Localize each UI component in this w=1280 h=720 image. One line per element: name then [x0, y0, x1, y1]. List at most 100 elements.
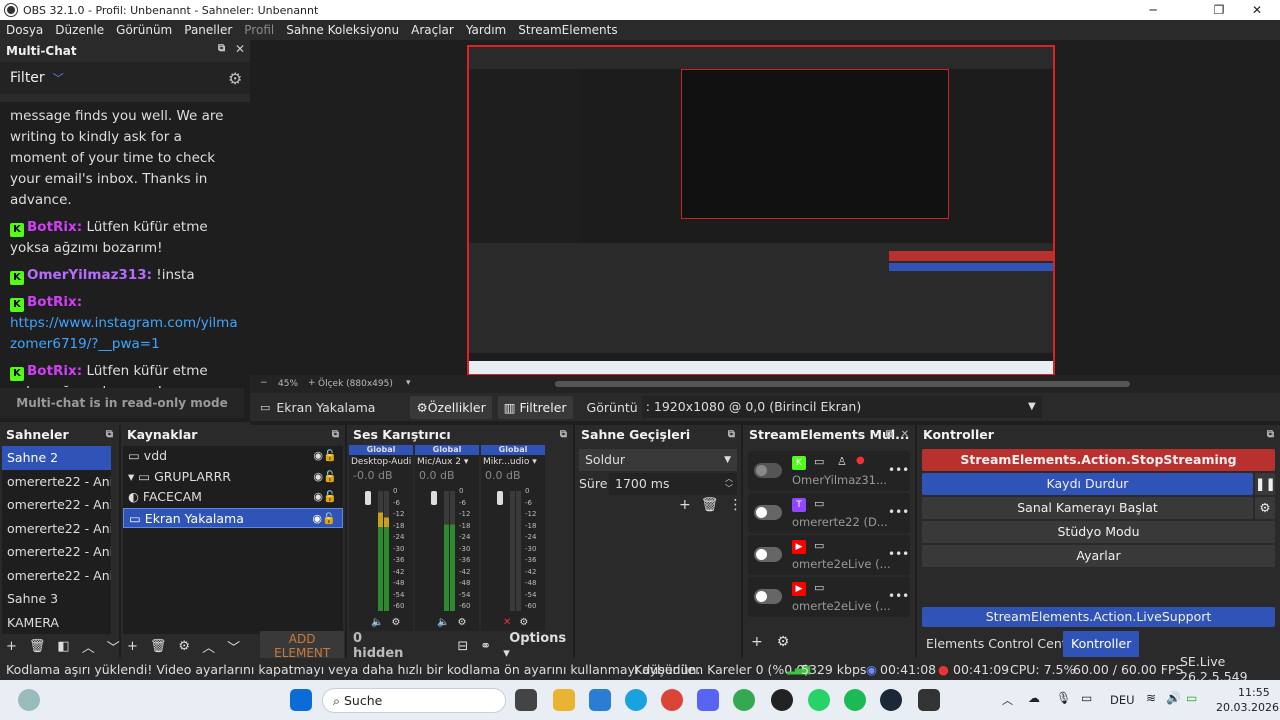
stop-streaming-button[interactable]: StreamElements.Action.StopStreaming: [922, 449, 1275, 471]
toggle-switch[interactable]: [754, 589, 782, 604]
more-icon[interactable]: •••: [888, 589, 909, 603]
unlock-icon[interactable]: 🔓: [323, 446, 337, 467]
toggle-switch[interactable]: [754, 505, 782, 520]
add-element-button[interactable]: ADD ELEMENT: [260, 631, 345, 661]
windows-start-icon[interactable]: [290, 689, 312, 711]
menu-profile[interactable]: Profil: [238, 23, 280, 37]
tray-icon[interactable]: ▭: [1081, 691, 1092, 705]
weather-icon[interactable]: [18, 689, 40, 711]
undock-icon[interactable]: ⧉: [106, 425, 113, 445]
language-indicator[interactable]: DEU: [1110, 693, 1135, 707]
edge-icon[interactable]: [625, 689, 647, 711]
eye-icon[interactable]: ◉: [313, 487, 323, 508]
display-select[interactable]: : 1920x1080 @ 0,0 (Birincil Ekran) ▼: [641, 396, 1042, 418]
source-item[interactable]: ▾ ▭ GRUPLARRR ◉ 🔓: [123, 467, 343, 488]
arrow-up-icon[interactable]: ︿: [82, 637, 95, 656]
volume-slider[interactable]: [497, 491, 503, 505]
more-icon[interactable]: ⋮: [729, 497, 743, 513]
source-item[interactable]: ▭ Ekran Yakalama ◉ 🔓: [123, 507, 343, 528]
minimize-button[interactable]: ─: [1130, 0, 1176, 20]
unlock-icon[interactable]: 🔓: [323, 487, 337, 508]
studio-mode-button[interactable]: Stüdyo Modu: [922, 521, 1275, 543]
scene-item[interactable]: omererte22 - Anim: [2, 493, 111, 517]
mic-icon[interactable]: 🎙: [1056, 691, 1071, 705]
channel-name[interactable]: Mic/Aux 2 ▾: [415, 455, 479, 469]
zoom-dropdown-icon[interactable]: ▾: [406, 378, 411, 388]
tab-controls[interactable]: Kontroller: [1063, 631, 1140, 657]
unlock-icon[interactable]: 🔓: [322, 509, 336, 528]
gear-icon[interactable]: ⚙: [178, 639, 190, 654]
network-icon[interactable]: ☁: [1028, 691, 1040, 705]
close-button[interactable]: ✕: [1234, 0, 1280, 20]
scene-item[interactable]: omererte22 - Anim: [2, 540, 111, 564]
menu-view[interactable]: Görünüm: [110, 23, 178, 37]
undock-icon[interactable]: ⧉: [1267, 425, 1274, 445]
gear-icon[interactable]: ⚙: [1255, 497, 1275, 519]
scene-item[interactable]: omererte22 - Anim: [2, 564, 111, 588]
add-icon[interactable]: +: [679, 497, 691, 513]
scene-item[interactable]: omererte22 - Anim: [2, 517, 111, 541]
menu-help[interactable]: Yardım: [460, 23, 512, 37]
tab-elements-control-center[interactable]: Elements Control Center: [922, 631, 1083, 657]
close-icon[interactable]: ✕: [901, 425, 909, 445]
discord-icon[interactable]: [697, 689, 719, 711]
wifi-icon[interactable]: ≋: [1146, 691, 1156, 705]
tray-chevron-icon[interactable]: ︿: [1002, 692, 1013, 708]
chat-filter[interactable]: Filter ﹀ ⚙: [0, 62, 250, 94]
add-icon[interactable]: +: [6, 639, 17, 654]
eye-icon[interactable]: ◉: [313, 467, 323, 488]
menu-edit[interactable]: Düzenle: [49, 23, 110, 37]
eye-icon[interactable]: ◉: [313, 446, 323, 467]
channel-name[interactable]: Desktop-Audi ▾: [349, 455, 413, 469]
volume-slider[interactable]: [431, 491, 437, 505]
scene-item[interactable]: Sahne 2: [2, 446, 111, 470]
toggle-switch[interactable]: [754, 547, 782, 562]
add-icon[interactable]: +: [127, 639, 138, 654]
menu-file[interactable]: Dosya: [0, 23, 49, 37]
pause-icon[interactable]: ❚❚: [1255, 473, 1276, 495]
layout-icon[interactable]: ⊟: [457, 639, 468, 654]
undock-icon[interactable]: ⧉: [332, 425, 339, 445]
filter-icon[interactable]: ◧: [57, 639, 69, 654]
menu-scene-collection[interactable]: Sahne Koleksiyonu: [280, 23, 405, 37]
transition-select[interactable]: Soldur ▼: [579, 449, 737, 471]
arrow-down-icon[interactable]: ﹀: [107, 637, 120, 656]
scene-item[interactable]: omererte22 - Anim: [2, 470, 111, 494]
zoom-in-icon[interactable]: +: [308, 378, 316, 388]
filters-button[interactable]: ▥ Filtreler: [497, 395, 573, 419]
arrow-up-icon[interactable]: ︿: [202, 637, 215, 656]
toggle-switch[interactable]: [754, 463, 782, 478]
unlock-icon[interactable]: 🔓: [323, 467, 337, 488]
settings-button[interactable]: Ayarlar: [922, 545, 1275, 567]
gear-icon[interactable]: ⚙: [228, 69, 242, 88]
volume-slider[interactable]: [365, 491, 371, 505]
gear-icon[interactable]: ⚙: [391, 617, 400, 628]
preview-capture[interactable]: [467, 45, 1055, 376]
app-icon[interactable]: [918, 689, 940, 711]
message-link[interactable]: https://www.instagram.com/yilmazomer6719…: [10, 315, 238, 352]
chrome-icon-2[interactable]: [733, 689, 755, 711]
arrow-down-icon[interactable]: ﹀: [227, 637, 240, 656]
horizontal-scrollbar[interactable]: [555, 381, 1130, 387]
stop-recording-button[interactable]: Kaydı Durdur: [922, 473, 1253, 495]
gear-icon[interactable]: ⚙: [519, 617, 528, 628]
gear-icon[interactable]: ⚙: [777, 634, 790, 650]
battery-icon[interactable]: ▭: [1186, 691, 1197, 705]
whatsapp-icon[interactable]: [808, 689, 830, 711]
taskbar-search[interactable]: ⌕ Suche: [322, 688, 506, 713]
live-support-button[interactable]: StreamElements.Action.LiveSupport: [922, 607, 1275, 627]
trash-icon[interactable]: 🗑: [150, 639, 167, 654]
properties-button[interactable]: ⚙Özellikler: [410, 395, 492, 419]
steam-icon[interactable]: [880, 689, 902, 711]
options-button[interactable]: Options ▾: [503, 631, 572, 661]
virtual-camera-button[interactable]: Sanal Kamerayı Başlat: [922, 497, 1253, 519]
undock-icon[interactable]: ⧉: [886, 425, 893, 445]
volume-icon[interactable]: 🔊: [1166, 691, 1181, 705]
speaker-icon[interactable]: 🔈: [437, 617, 449, 628]
speaker-icon[interactable]: 🔈: [371, 617, 383, 628]
undock-icon[interactable]: ⧉: [560, 425, 567, 445]
spotify-icon[interactable]: [844, 689, 866, 711]
scene-item[interactable]: KAMERA: [2, 611, 111, 635]
more-icon[interactable]: •••: [888, 505, 909, 519]
close-icon[interactable]: ✕: [235, 42, 245, 56]
